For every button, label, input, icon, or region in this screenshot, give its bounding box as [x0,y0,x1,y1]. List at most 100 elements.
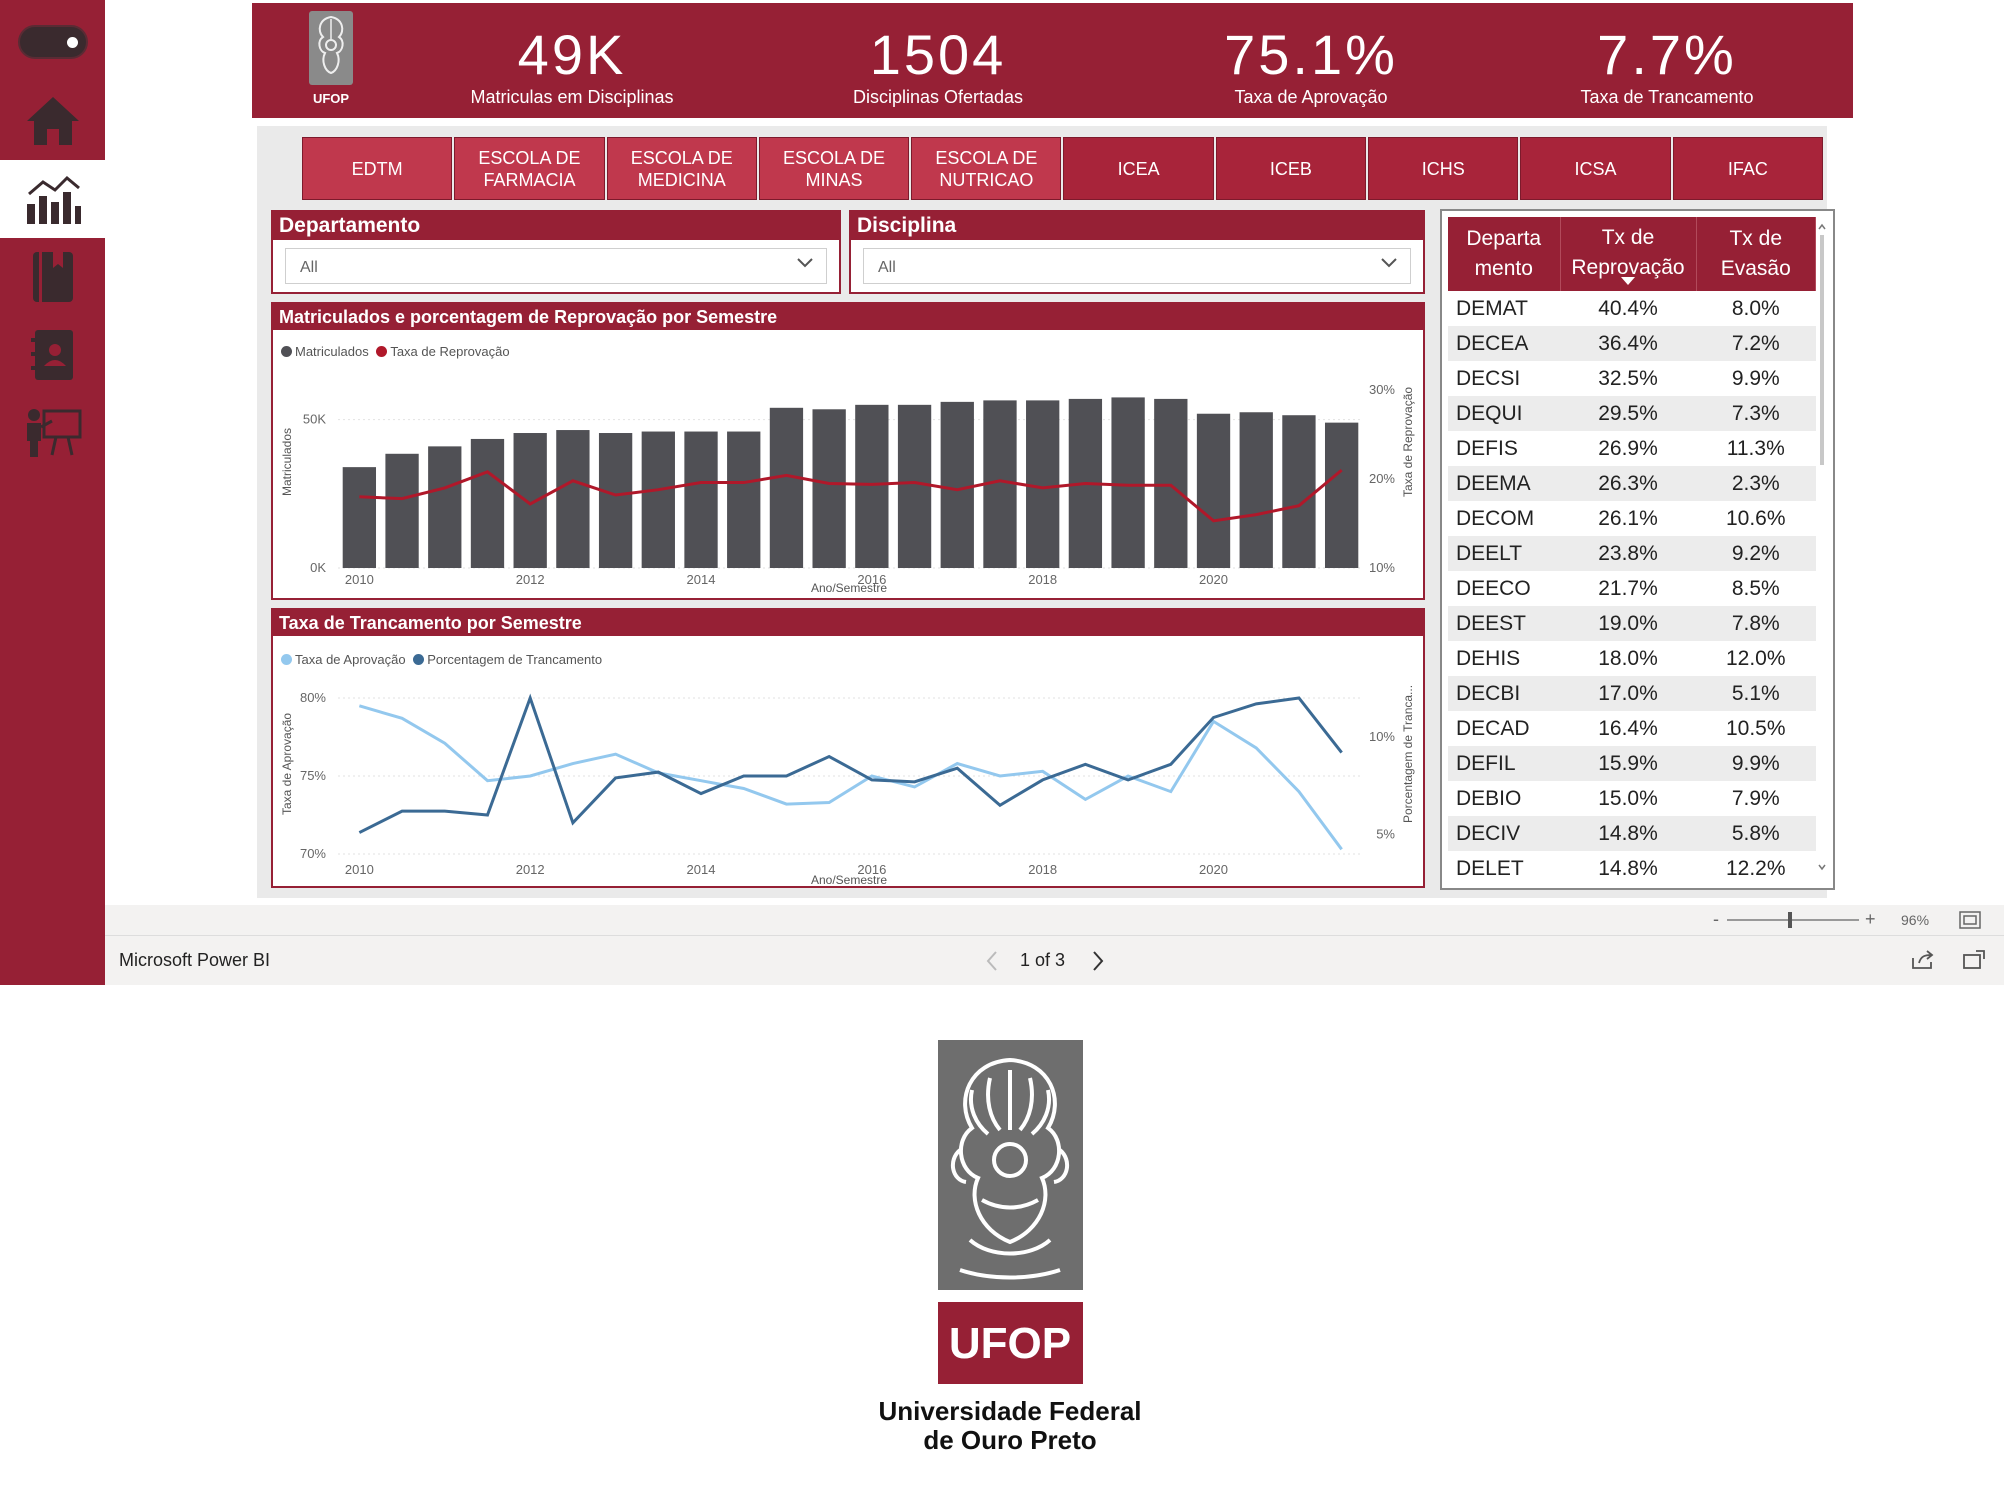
sidebar-item-professores[interactable] [0,394,105,472]
table-row[interactable]: DEBIO 15.0% 7.9% [1448,781,1816,816]
y2-tick-label: 30% [1369,382,1395,397]
tab-ichs[interactable]: ICHS [1368,137,1519,200]
bar [1324,422,1359,568]
x-tick-label: 2010 [345,572,374,587]
sidebar-item-analytics[interactable] [0,160,105,238]
teacher-presentation-icon [26,409,81,457]
chart-title: Taxa de Trancamento por Semestre [273,610,1423,636]
table-row[interactable]: DEMAT 40.4% 8.0% [1448,291,1816,326]
table-row[interactable]: DECEA 36.4% 7.2% [1448,326,1816,361]
sidebar-item-disciplinas[interactable] [0,238,105,316]
table-row[interactable]: DELET 14.8% 12.2% [1448,851,1816,886]
fullscreen-icon[interactable] [1963,950,1985,970]
tab-edtm[interactable]: EDTM [302,137,453,200]
logo-mark-text: UFOP [949,1319,1071,1368]
zoom-slider-handle[interactable] [1788,912,1792,928]
bar [812,409,846,568]
table-row[interactable]: DEELT 23.8% 9.2% [1448,536,1816,571]
zoom-in-button[interactable]: + [1865,909,1876,930]
table-row[interactable]: DECIV 14.8% 5.8% [1448,816,1816,851]
table-row[interactable]: DECBI 17.0% 5.1% [1448,676,1816,711]
cell-departamento: DELET [1456,856,1524,880]
bar [385,453,419,568]
tab-ifac[interactable]: IFAC [1672,137,1823,200]
table-scrollbar[interactable] [1817,223,1827,873]
table-row[interactable]: DEEMA 26.3% 2.3% [1448,466,1816,501]
column-header-tx-evasao[interactable]: Tx de Evasão [1696,217,1816,291]
slicer-title: Departamento [273,212,839,240]
cell-departamento: DEBIO [1456,786,1522,810]
tab-escola-de-medicina[interactable]: ESCOLA DE MEDICINA [606,137,757,200]
cell-tx-reprovacao: 29.5% [1560,396,1696,431]
cell-departamento: DECSI [1456,366,1521,390]
tab-iceb[interactable]: ICEB [1215,137,1367,200]
cell-departamento: DECIV [1448,816,1560,851]
zoom-out-button[interactable]: - [1713,909,1719,930]
next-page-icon[interactable] [1091,950,1105,972]
y2-axis-label: Taxa de Reprovação [1401,387,1415,497]
kpi-matriculas: 49K Matriculas em Disciplinas [442,25,702,108]
bar [342,467,377,568]
cell-tx-reprovacao: 17.0% [1560,676,1696,711]
zoom-slider-track[interactable] [1727,919,1859,921]
tab-escola-de-farmacia[interactable]: ESCOLA DE FARMACIA [454,137,605,200]
sidebar-item-home[interactable] [0,82,105,160]
y-tick-label: 0K [310,560,326,575]
table-row[interactable]: DEFIL 15.9% 9.9% [1448,746,1816,781]
cell-tx-evasao: 10.5% [1725,716,1786,740]
tab-escola-de-minas[interactable]: ESCOLA DE MINAS [758,137,910,200]
y2-axis-label: Porcentagem de Tranca... [1401,685,1415,823]
y-tick-label: 50K [303,412,326,427]
bar [1026,400,1060,568]
share-icon[interactable] [1911,950,1935,970]
kpi-label: Disciplinas Ofertadas [852,87,1024,107]
fit-to-page-icon[interactable] [1959,911,1981,929]
column-header-departamento[interactable]: Departa mento [1448,217,1561,291]
sidebar-item-alunos[interactable] [0,316,105,394]
cell-tx-reprovacao: 15.9% [1560,746,1696,781]
cell-tx-reprovacao: 36.4% [1560,326,1696,361]
table-row[interactable]: DECOM 26.1% 10.6% [1448,501,1816,536]
bar [1154,398,1188,568]
x-tick-label: 2020 [1199,572,1228,587]
kpi-label: Matriculas em Disciplinas [470,87,674,107]
bar [940,401,974,568]
departamento-table-panel: Departa mento Tx de Reprovação Tx de Eva… [1440,209,1835,890]
departamento-dropdown[interactable]: All [285,248,827,284]
tab-icea[interactable]: ICEA [1063,137,1214,200]
column-header-tx-reprovacao[interactable]: Tx de Reprovação [1560,217,1697,291]
table-row[interactable]: DECSI 32.5% 9.9% [1448,361,1816,396]
y2-tick-label: 10% [1369,560,1395,575]
ufop-crest-icon [309,11,353,85]
kpi-label: Taxa de Aprovação [1234,87,1388,107]
table-row[interactable]: DEHIS 18.0% 12.0% [1448,641,1816,676]
column-header-label: Tx de Reprovação [1571,226,1685,279]
ufop-crest-icon: UFOP Universidade Federal de Ouro Preto [879,1040,1142,1455]
table-row[interactable]: DEQUI 29.5% 7.3% [1448,396,1816,431]
x-tick-label: 2018 [1028,862,1057,877]
logo-line-1: Universidade Federal [879,1396,1142,1426]
logo-line-2: de Ouro Preto [923,1425,1096,1455]
matriculados-chart-panel: Matriculados e porcentagem de Reprovação… [271,302,1425,600]
cell-tx-evasao: 11.3% [1726,436,1785,460]
scroll-up-icon [1818,223,1826,230]
slicer-title: Disciplina [851,212,1423,240]
cell-tx-evasao: 9.2% [1696,536,1816,571]
kpi-value: 75.1% [1224,23,1398,86]
scroll-thumb[interactable] [1820,235,1824,465]
table-row[interactable]: DEEST 19.0% 7.8% [1448,606,1816,641]
tab-icsa[interactable]: ICSA [1520,137,1671,200]
disciplina-dropdown[interactable]: All [863,248,1411,284]
table-row[interactable]: DECAD 16.4% 10.5% [1448,711,1816,746]
theme-toggle[interactable] [18,25,88,59]
previous-page-icon[interactable] [985,950,999,972]
table-row[interactable]: DEFIS 26.9% 11.3% [1448,431,1816,466]
x-tick-label: 2012 [516,572,545,587]
table-row[interactable]: DEECO 21.7% 8.5% [1448,571,1816,606]
cell-departamento: DEFIL [1448,746,1560,781]
bar [769,407,804,568]
kpi-label: Taxa de Trancamento [1580,87,1754,107]
kpi-value: 1504 [869,23,1007,86]
x-tick-label: 2014 [687,862,716,877]
tab-escola-de-nutricao[interactable]: ESCOLA DE NUTRICAO [911,137,1062,200]
